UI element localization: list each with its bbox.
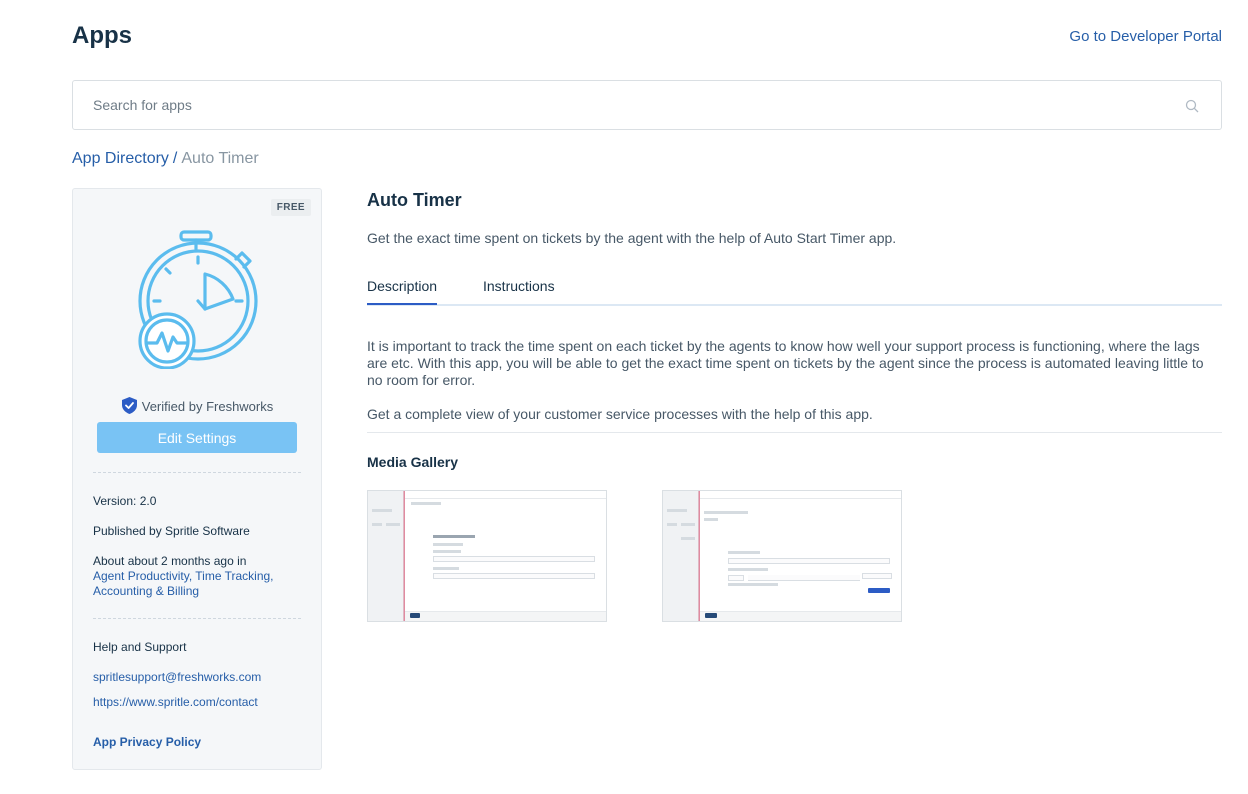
description-paragraph: It is important to track the time spent … xyxy=(367,338,1204,388)
breadcrumb-app-directory[interactable]: App Directory xyxy=(72,150,169,167)
app-info-card: FREE Verified by Freshworks Edit Setting… xyxy=(72,188,322,770)
tab-description[interactable]: Description xyxy=(367,278,438,305)
app-categories[interactable]: Agent Productivity, Time Tracking, Accou… xyxy=(93,569,303,599)
media-thumbnail[interactable] xyxy=(367,490,607,622)
section-divider xyxy=(367,432,1222,433)
app-tagline: Get the exact time spent on tickets by t… xyxy=(367,230,897,246)
tab-instructions[interactable]: Instructions xyxy=(483,278,555,303)
card-divider xyxy=(93,472,301,473)
description-text: It is important to track the time spent … xyxy=(367,338,1217,423)
search-input[interactable] xyxy=(73,81,1153,129)
developer-portal-link[interactable]: Go to Developer Portal xyxy=(1069,28,1222,45)
search-bar xyxy=(72,80,1222,130)
pricing-badge: FREE xyxy=(270,199,311,216)
app-version: Version: 2.0 xyxy=(93,494,157,508)
card-divider xyxy=(93,618,301,619)
privacy-policy-link[interactable]: App Privacy Policy xyxy=(93,735,303,750)
tab-bar: Description Instructions xyxy=(367,274,1222,306)
thumbnail-footer xyxy=(405,611,606,621)
description-paragraph: Get a complete view of your customer ser… xyxy=(367,406,873,422)
app-publisher: Published by Spritle Software xyxy=(93,524,250,538)
edit-settings-button[interactable]: Edit Settings xyxy=(97,422,297,453)
breadcrumb-separator: / xyxy=(172,150,178,167)
search-icon[interactable] xyxy=(1185,99,1199,113)
about-prefix: About about 2 months ago in xyxy=(93,554,247,568)
breadcrumb: App Directory / Auto Timer xyxy=(72,150,259,168)
page-title: Apps xyxy=(72,22,132,49)
thumbnail-footer xyxy=(700,611,901,621)
app-about: About about 2 months ago in Agent Produc… xyxy=(93,554,303,599)
media-gallery-title: Media Gallery xyxy=(367,454,459,470)
verified-shield-icon xyxy=(121,397,137,414)
media-thumbnail[interactable] xyxy=(662,490,902,622)
thumbnail-content xyxy=(405,499,606,611)
thumbnail-content xyxy=(700,499,901,611)
app-name: Auto Timer xyxy=(367,190,462,210)
stopwatch-heartbeat-icon xyxy=(138,230,258,369)
verified-label: Verified by Freshworks xyxy=(73,396,321,415)
verified-text: Verified by Freshworks xyxy=(141,399,274,414)
support-heading: Help and Support xyxy=(93,640,187,654)
support-url-link[interactable]: https://www.spritle.com/contact xyxy=(93,695,303,710)
breadcrumb-current: Auto Timer xyxy=(181,150,259,167)
support-email-link[interactable]: spritlesupport@freshworks.com xyxy=(93,670,303,685)
